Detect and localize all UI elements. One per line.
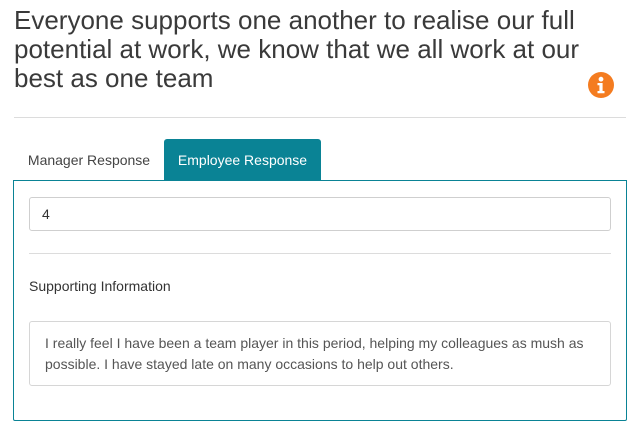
header-divider [14,117,626,118]
info-glyph-icon [597,76,605,94]
panel-divider [29,253,611,254]
supporting-information-label: Supporting Information [29,278,171,294]
tab-manager-response[interactable]: Manager Response [14,139,164,180]
employee-response-panel: Supporting Information I really feel I h… [13,180,627,421]
score-input[interactable] [29,197,611,231]
supporting-information-textarea[interactable]: I really feel I have been a team player … [29,321,611,386]
appraisal-question-page: Everyone supports one another to realise… [0,0,640,434]
question-title: Everyone supports one another to realise… [14,5,580,93]
info-icon[interactable] [588,72,614,98]
tab-employee-response[interactable]: Employee Response [164,139,321,180]
response-tabs: Manager Response Employee Response [14,139,321,181]
